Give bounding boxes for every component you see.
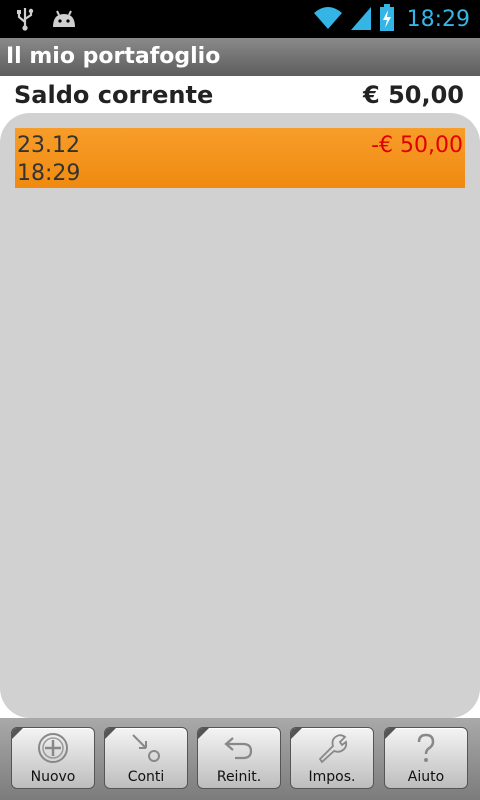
transaction-row[interactable]: 23.12 18:29 -€ 50,00	[15, 128, 465, 188]
add-icon	[38, 733, 68, 763]
transaction-list[interactable]: 23.12 18:29 -€ 50,00	[0, 113, 480, 718]
balance-amount: € 50,00	[363, 81, 464, 109]
android-debug-icon	[50, 7, 78, 35]
accounts-icon	[132, 734, 160, 762]
notification-icons	[14, 6, 78, 36]
new-button-label: Nuovo	[30, 769, 76, 785]
accounts-button-label: Conti	[127, 769, 165, 785]
help-button[interactable]: Aiuto	[384, 727, 468, 789]
accounts-button[interactable]: Conti	[104, 727, 188, 789]
help-button-label: Aiuto	[407, 769, 445, 785]
bottom-toolbar: Nuovo Conti Reinit. Impos. Aiuto	[0, 718, 480, 800]
transaction-amount: -€ 50,00	[371, 133, 463, 158]
signal-icon	[349, 5, 373, 35]
reset-button-label: Reinit.	[216, 769, 262, 785]
undo-icon	[224, 737, 253, 760]
settings-button[interactable]: Impos.	[290, 727, 374, 789]
reset-button[interactable]: Reinit.	[197, 727, 281, 789]
balance-label: Saldo corrente	[14, 81, 214, 109]
balance-row: Saldo corrente € 50,00	[0, 76, 480, 116]
clock: 18:29	[406, 7, 470, 32]
title-bar: Il mio portafoglio	[0, 38, 480, 76]
page-title: Il mio portafoglio	[6, 44, 221, 69]
status-bar: 18:29	[0, 0, 480, 38]
usb-icon	[14, 6, 36, 36]
wifi-icon	[313, 5, 343, 35]
wrench-icon	[318, 734, 348, 764]
settings-button-label: Impos.	[308, 769, 356, 785]
transaction-date: 23.12	[17, 133, 80, 158]
battery-charging-icon	[379, 4, 395, 36]
system-icons: 18:29	[313, 4, 470, 36]
help-icon	[417, 733, 435, 762]
new-button[interactable]: Nuovo	[11, 727, 95, 789]
transaction-time: 18:29	[17, 161, 81, 186]
